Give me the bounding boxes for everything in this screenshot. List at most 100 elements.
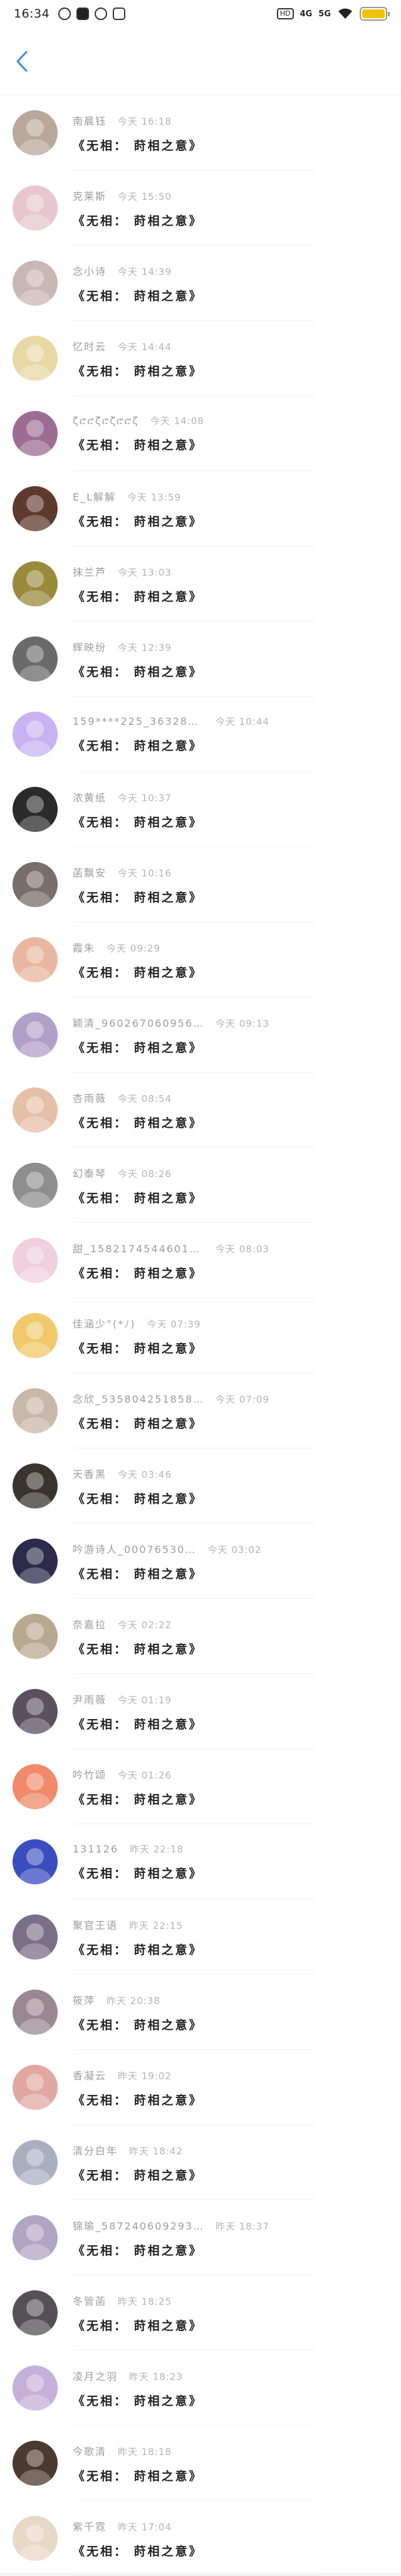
sender-name: 菡飘安: [73, 866, 107, 879]
avatar[interactable]: [13, 2441, 58, 2486]
message-text: 《无相： 莳相之意》: [73, 739, 203, 753]
message-meta: 131126 昨天 22:18: [73, 1842, 203, 1856]
message-list-item[interactable]: 冬管菡 昨天 18:25 《无相： 莳相之意》: [0, 2275, 401, 2350]
avatar[interactable]: [13, 1614, 58, 1659]
message-list-item[interactable]: E_L解解 今天 13:59 《无相： 莳相之意》: [0, 471, 401, 546]
message-list-item[interactable]: 天香黑 今天 03:46 《无相： 莳相之意》: [0, 1448, 401, 1524]
sender-name: 吟竹颂: [73, 1768, 107, 1781]
message-list-item[interactable]: 奈嘉拉 今天 02:22 《无相： 莳相之意》: [0, 1599, 401, 1674]
message-meta: 佳涵少°(*ﾉ) 今天 07:39: [73, 1316, 203, 1331]
message-list-item[interactable]: 锦瑜_5872406092933… 昨天 18:37 《无相： 莳相之意》: [0, 2200, 401, 2275]
avatar[interactable]: [13, 2516, 58, 2561]
message-list-item[interactable]: 念欣_5358042518582… 今天 07:09 《无相： 莳相之意》: [0, 1373, 401, 1448]
message-list-item[interactable]: 聚官王语 昨天 22:15 《无相： 莳相之意》: [0, 1899, 401, 1975]
sender-name: 奈嘉拉: [73, 1618, 107, 1631]
avatar[interactable]: [13, 1088, 58, 1133]
avatar[interactable]: [13, 486, 58, 531]
avatar[interactable]: [13, 1313, 58, 1358]
message-time: 今天 14:08: [150, 415, 204, 427]
avatar[interactable]: [13, 261, 58, 306]
avatar[interactable]: [13, 636, 58, 682]
message-time: 昨天 19:02: [118, 2070, 172, 2082]
message-list-item[interactable]: 清分白年 昨天 18:42 《无相： 莳相之意》: [0, 2125, 401, 2200]
message-list-item[interactable]: 抹兰芦 今天 13:03 《无相： 莳相之意》: [0, 546, 401, 621]
sender-name: 吟游诗人_00076530…: [73, 1543, 197, 1555]
avatar[interactable]: [13, 2065, 58, 2110]
app-screen: 16:34 HD 4G 5G 南晨钰 今天 16:18 《无相： 莳相之意》 克…: [0, 0, 401, 2576]
avatar[interactable]: [13, 2140, 58, 2185]
avatar[interactable]: [13, 336, 58, 381]
chevron-left-icon: [16, 51, 28, 71]
avatar[interactable]: [13, 411, 58, 456]
avatar[interactable]: [13, 937, 58, 982]
avatar[interactable]: [13, 1914, 58, 1960]
message-text: 《无相： 莳相之意》: [73, 2018, 203, 2032]
message-text: 《无相： 莳相之意》: [73, 364, 203, 378]
avatar[interactable]: [13, 1012, 58, 1057]
avatar[interactable]: [13, 185, 58, 231]
message-list-item[interactable]: 159****225_3632890058 今天 10:44 《无相： 莳相之意》: [0, 697, 401, 772]
message-list-item[interactable]: ζሮሮζሮζሮሮζ 今天 14:08 《无相： 莳相之意》: [0, 396, 401, 471]
avatar[interactable]: [13, 1764, 58, 1809]
hd-indicator: HD: [276, 8, 294, 19]
message-meta: 凌月之羽 昨天 18:23: [73, 2368, 203, 2383]
back-button[interactable]: [11, 48, 33, 75]
message-text: 《无相： 莳相之意》: [73, 214, 203, 228]
avatar[interactable]: [13, 1238, 58, 1283]
message-list-item[interactable]: 幻泰琴 今天 08:26 《无相： 莳相之意》: [0, 1148, 401, 1223]
message-info: 尹雨薇 今天 01:19 《无相： 莳相之意》: [73, 1691, 203, 1732]
message-list-item[interactable]: 佳涵少°(*ﾉ) 今天 07:39 《无相： 莳相之意》: [0, 1298, 401, 1373]
message-list-item[interactable]: 131126 昨天 22:18 《无相： 莳相之意》: [0, 1824, 401, 1899]
avatar[interactable]: [13, 1463, 58, 1509]
message-info: 紫千霓 昨天 17:04 《无相： 莳相之意》: [73, 2518, 203, 2559]
avatar[interactable]: [13, 1539, 58, 1584]
message-list-item[interactable]: 辉映纷 今天 12:39 《无相： 莳相之意》: [0, 621, 401, 697]
avatar[interactable]: [13, 862, 58, 907]
avatar[interactable]: [13, 110, 58, 155]
message-time: 昨天 22:15: [129, 1919, 184, 1931]
message-list-item[interactable]: 香凝云 昨天 19:02 《无相： 莳相之意》: [0, 2050, 401, 2125]
message-info: 念小诗 今天 14:39 《无相： 莳相之意》: [73, 263, 203, 304]
avatar[interactable]: [13, 2215, 58, 2260]
avatar[interactable]: [13, 1388, 58, 1433]
message-text: 《无相： 莳相之意》: [73, 665, 203, 679]
message-text: 《无相： 莳相之意》: [73, 138, 203, 153]
avatar[interactable]: [13, 561, 58, 606]
message-meta: 忆时云 今天 14:44: [73, 338, 203, 353]
message-meta: 幻泰琴 今天 08:26: [73, 1165, 203, 1180]
message-list-item[interactable]: 克莱斯 今天 15:50 《无相： 莳相之意》: [0, 170, 401, 246]
avatar[interactable]: [13, 712, 58, 757]
message-list-item[interactable]: 南晨钰 今天 16:18 《无相： 莳相之意》: [0, 95, 401, 170]
message-list-item[interactable]: 霞朱 今天 09:29 《无相： 莳相之意》: [0, 922, 401, 997]
message-list-item[interactable]: 吟竹颂 今天 01:26 《无相： 莳相之意》: [0, 1749, 401, 1824]
message-list-item[interactable]: 忆时云 今天 14:44 《无相： 莳相之意》: [0, 321, 401, 396]
message-list-item[interactable]: 念小诗 今天 14:39 《无相： 莳相之意》: [0, 246, 401, 321]
message-list-item[interactable]: 浓黄纸 今天 10:37 《无相： 莳相之意》: [0, 772, 401, 847]
avatar[interactable]: [13, 787, 58, 832]
message-text: 《无相： 莳相之意》: [73, 1867, 203, 1881]
message-time: 今天 01:19: [118, 1694, 172, 1706]
message-list-item[interactable]: 凌月之羽 昨天 18:23 《无相： 莳相之意》: [0, 2350, 401, 2426]
message-time: 今天 07:09: [216, 1393, 269, 1405]
message-list-item[interactable]: 颖清_9602670609569… 今天 09:13 《无相： 莳相之意》: [0, 997, 401, 1072]
message-text: 《无相： 莳相之意》: [73, 1116, 203, 1130]
message-text: 《无相： 莳相之意》: [73, 2319, 203, 2333]
message-info: 天香黑 今天 03:46 《无相： 莳相之意》: [73, 1466, 203, 1507]
sender-name: 杏雨薇: [73, 1092, 107, 1104]
sender-name: 今歌清: [73, 2445, 107, 2458]
message-list-item[interactable]: 吟游诗人_00076530… 今天 03:02 《无相： 莳相之意》: [0, 1524, 401, 1599]
avatar[interactable]: [13, 1163, 58, 1208]
message-list-item[interactable]: 甜_15821745446010199 今天 08:03 《无相： 莳相之意》: [0, 1223, 401, 1298]
message-list-item[interactable]: 尹雨薇 今天 01:19 《无相： 莳相之意》: [0, 1674, 401, 1749]
avatar[interactable]: [13, 1839, 58, 1884]
message-list-item[interactable]: 紫千霓 昨天 17:04 《无相： 莳相之意》: [0, 2501, 401, 2576]
avatar[interactable]: [13, 2366, 58, 2411]
message-list-item[interactable]: 今歌清 昨天 18:18 《无相： 莳相之意》: [0, 2426, 401, 2501]
message-time: 今天 08:26: [118, 1168, 172, 1180]
message-list-item[interactable]: 菡飘安 今天 10:16 《无相： 莳相之意》: [0, 847, 401, 922]
message-list-item[interactable]: 筱萍 昨天 20:38 《无相： 莳相之意》: [0, 1975, 401, 2050]
avatar[interactable]: [13, 1990, 58, 2035]
avatar[interactable]: [13, 1689, 58, 1734]
avatar[interactable]: [13, 2290, 58, 2335]
message-list-item[interactable]: 杏雨薇 今天 08:54 《无相： 莳相之意》: [0, 1072, 401, 1148]
